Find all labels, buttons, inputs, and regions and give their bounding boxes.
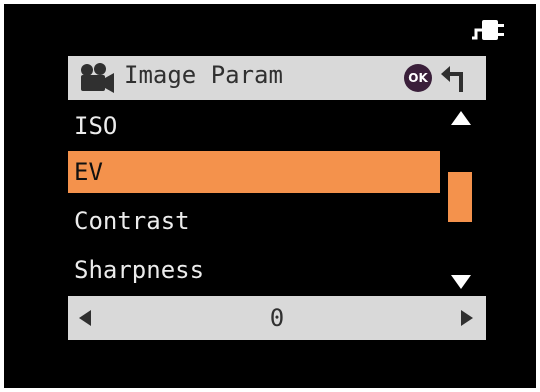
menu-item-ev[interactable]: EV [68, 151, 440, 193]
menu-item-sharpness[interactable]: Sharpness [68, 250, 440, 290]
back-icon[interactable] [440, 64, 470, 92]
ok-icon[interactable]: OK [404, 64, 432, 92]
menu-item-iso[interactable]: ISO [68, 106, 440, 146]
menu-header: Image Param OK [68, 56, 486, 100]
menu-item-contrast[interactable]: Contrast [68, 201, 440, 241]
scrollbar-thumb[interactable] [448, 172, 472, 222]
video-camera-icon [81, 63, 114, 93]
power-plug-icon [472, 20, 504, 40]
menu-title: Image Param [124, 61, 283, 89]
arrow-right-icon[interactable] [460, 309, 474, 327]
ev-value: 0 [269, 304, 285, 332]
scroll-down-icon[interactable] [450, 274, 472, 290]
camera-screen: Image Param OK ISO EV Contrast Sharpness… [4, 4, 536, 388]
scroll-up-icon[interactable] [450, 110, 472, 126]
value-selector: 0 [68, 296, 486, 340]
